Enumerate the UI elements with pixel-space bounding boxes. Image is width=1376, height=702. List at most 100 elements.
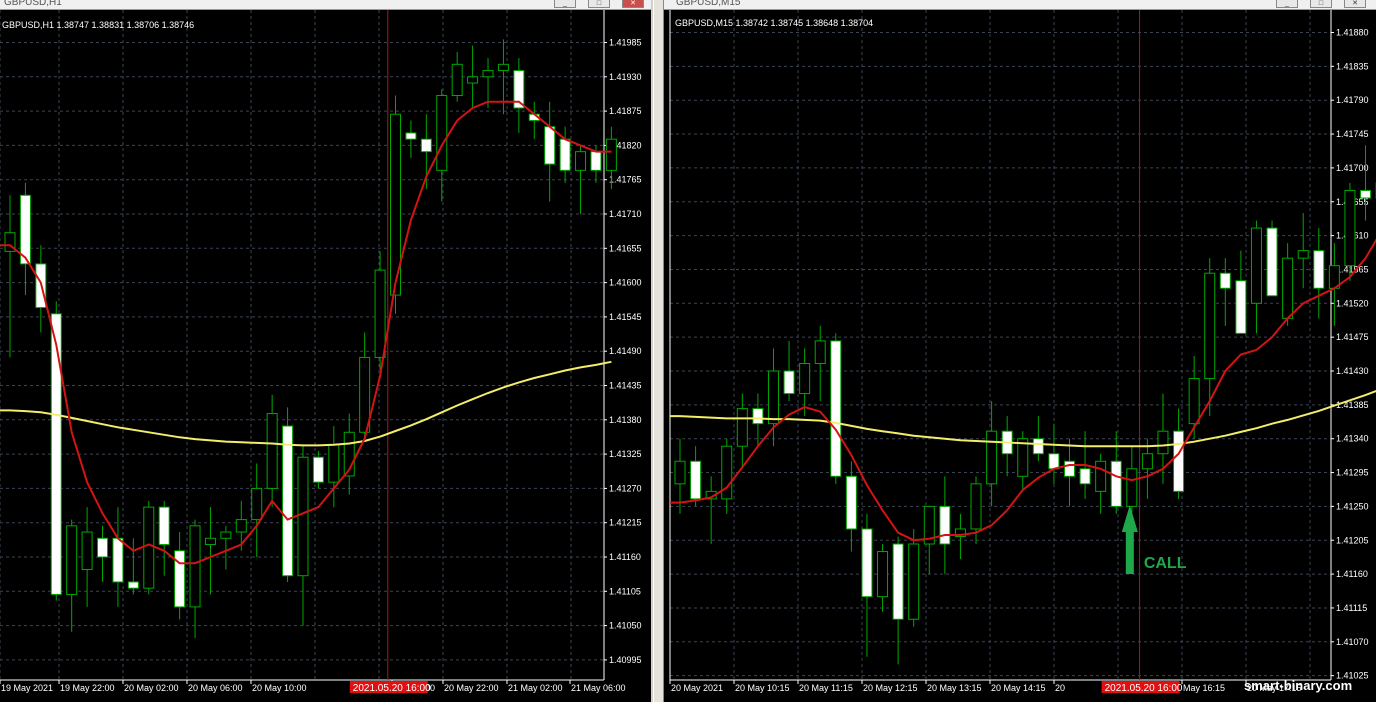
bull-candle bbox=[799, 362, 811, 395]
window-titlebar[interactable]: GBPUSD,H1 _ □ ✕ bbox=[0, 0, 651, 10]
price-tick-label: 1.41880 bbox=[1336, 28, 1369, 38]
time-tick-label: May 16:15 bbox=[1183, 683, 1225, 693]
call-arrow-icon bbox=[1121, 505, 1138, 574]
close-button[interactable]: ✕ bbox=[1344, 0, 1366, 8]
price-tick-label: 1.41985 bbox=[609, 38, 642, 48]
price-chart-m15[interactable]: 1.418801.418351.417901.417451.417001.416… bbox=[664, 10, 1376, 702]
chart-info-text: GBPUSD,H1 1.38747 1.38831 1.38706 1.3874… bbox=[2, 20, 194, 30]
bull-candle bbox=[1188, 378, 1200, 425]
time-tick-label: 20 May 12:15 bbox=[863, 683, 918, 693]
price-axis: 1.418801.418351.417901.417451.417001.416… bbox=[1331, 28, 1369, 681]
time-marker-text: 2021.05.20 16:00 bbox=[1105, 683, 1183, 694]
bull-candle bbox=[1141, 453, 1153, 470]
price-tick-label: 1.41745 bbox=[1336, 129, 1369, 139]
bear-candle bbox=[1266, 227, 1278, 297]
chart-info-text: GBPUSD,M15 1.38742 1.38745 1.38648 1.387… bbox=[675, 18, 873, 28]
bear-candle bbox=[405, 132, 417, 140]
watermark: smart-binary.com bbox=[1244, 678, 1352, 693]
price-tick-label: 1.41215 bbox=[609, 518, 642, 528]
price-chart-h1[interactable]: 1.419851.419301.418751.418201.417651.417… bbox=[0, 10, 651, 702]
bull-candle bbox=[451, 63, 463, 97]
time-tick-label: 20 May 06:00 bbox=[188, 683, 243, 693]
price-tick-label: 1.41655 bbox=[609, 243, 642, 253]
time-axis: 19 May 2021 19 May 22:00 20 May 02:00 20 Ma… bbox=[0, 680, 626, 693]
price-tick-label: 1.41430 bbox=[1336, 366, 1369, 376]
chart-grid bbox=[669, 10, 1331, 680]
maximize-button[interactable]: □ bbox=[588, 0, 610, 8]
price-tick-label: 1.41545 bbox=[609, 312, 642, 322]
time-tick-label: 20 May 2021 bbox=[671, 683, 723, 693]
bear-candle bbox=[97, 537, 109, 558]
price-tick-label: 1.41205 bbox=[1336, 535, 1369, 545]
bear-candle bbox=[282, 425, 294, 577]
bull-candle bbox=[908, 543, 920, 620]
time-tick-label: 20 May 10:00 bbox=[252, 683, 307, 693]
bull-candle bbox=[575, 151, 587, 171]
price-tick-label: 1.41325 bbox=[609, 449, 642, 459]
time-tick-label: 20 May 14:15 bbox=[991, 683, 1046, 693]
bull-candle bbox=[143, 506, 155, 589]
bear-candle bbox=[544, 126, 556, 165]
time-tick-label: 20 May 13:15 bbox=[927, 683, 982, 693]
bull-candle bbox=[877, 551, 889, 598]
bear-candle bbox=[783, 370, 795, 395]
bear-candle bbox=[861, 528, 873, 598]
bull-candle bbox=[605, 138, 617, 171]
bull-candle bbox=[970, 483, 982, 530]
price-tick-label: 1.41490 bbox=[609, 346, 642, 356]
price-tick-label: 1.41105 bbox=[609, 586, 641, 596]
call-signal-label: CALL bbox=[1144, 555, 1187, 572]
maximize-button[interactable]: □ bbox=[1310, 0, 1332, 8]
price-tick-label: 1.41160 bbox=[609, 552, 641, 562]
window-splitter[interactable] bbox=[651, 0, 664, 702]
bull-candle bbox=[467, 76, 479, 84]
window-title: GBPUSD,M15 bbox=[676, 0, 741, 8]
splitter-scrollbar[interactable] bbox=[653, 0, 664, 702]
bull-candle bbox=[1157, 430, 1169, 455]
bear-candle bbox=[1032, 438, 1044, 455]
price-axis: 1.419851.419301.418751.418201.417651.417… bbox=[604, 38, 642, 665]
bear-candle bbox=[1360, 189, 1372, 199]
bull-candle bbox=[204, 537, 216, 546]
bull-candle bbox=[482, 70, 494, 78]
minimize-button[interactable]: _ bbox=[554, 0, 576, 8]
price-tick-label: 1.41070 bbox=[1336, 637, 1369, 647]
chart-window-gbpusd-m15[interactable]: GBPUSD,M15 _ □ ✕ 1.41880 1.41835 1.41790 1.… bbox=[664, 0, 1376, 702]
bear-candle bbox=[1313, 250, 1325, 289]
chart-window-gbpusd-h1[interactable]: GBPUSD,H1 _ □ ✕ 1.41985 1.41930 1.41875 1.4… bbox=[0, 0, 651, 702]
window-titlebar[interactable]: GBPUSD,M15 _ □ ✕ bbox=[664, 0, 1376, 10]
close-button[interactable]: ✕ bbox=[622, 0, 644, 8]
price-tick-label: 1.41250 bbox=[1336, 501, 1369, 511]
slow-moving-average-line bbox=[0, 360, 612, 447]
bull-candle bbox=[220, 531, 232, 539]
bull-candle bbox=[235, 519, 247, 533]
bear-candle bbox=[312, 456, 324, 483]
bull-candle bbox=[814, 340, 826, 364]
bear-candle bbox=[939, 505, 951, 545]
bull-candle bbox=[1095, 460, 1107, 492]
bear-candle bbox=[830, 340, 842, 477]
bear-candle bbox=[1219, 272, 1231, 289]
price-tick-label: 1.41790 bbox=[1336, 95, 1369, 105]
bull-candle bbox=[721, 445, 733, 500]
bear-candle bbox=[1235, 280, 1247, 334]
bull-candle bbox=[66, 525, 78, 595]
time-tick-label: 19 May 22:00 bbox=[60, 683, 115, 693]
time-tick-label: 21 May 02:00 bbox=[508, 683, 563, 693]
price-tick-label: 1.41875 bbox=[609, 106, 642, 116]
bull-candle bbox=[1204, 272, 1216, 380]
minimize-button[interactable]: _ bbox=[1276, 0, 1298, 8]
bull-candle bbox=[1250, 227, 1262, 304]
price-tick-label: 1.41930 bbox=[609, 72, 642, 82]
price-tick-label: 1.41270 bbox=[609, 483, 642, 493]
bull-candle bbox=[1344, 189, 1356, 267]
price-tick-label: 1.41765 bbox=[609, 175, 642, 185]
time-tick-label: 20 May 11:15 bbox=[799, 683, 853, 693]
bull-candle bbox=[328, 444, 340, 483]
bull-candle bbox=[674, 460, 686, 485]
time-tick-label: 20 May 10:15 bbox=[735, 683, 790, 693]
time-marker-text: 2021.05.20 16:00 bbox=[353, 683, 431, 694]
time-marker-label: 2021.05.20 16:00 bbox=[1101, 681, 1183, 694]
bear-candle bbox=[690, 460, 702, 500]
bear-candle bbox=[1048, 453, 1060, 470]
